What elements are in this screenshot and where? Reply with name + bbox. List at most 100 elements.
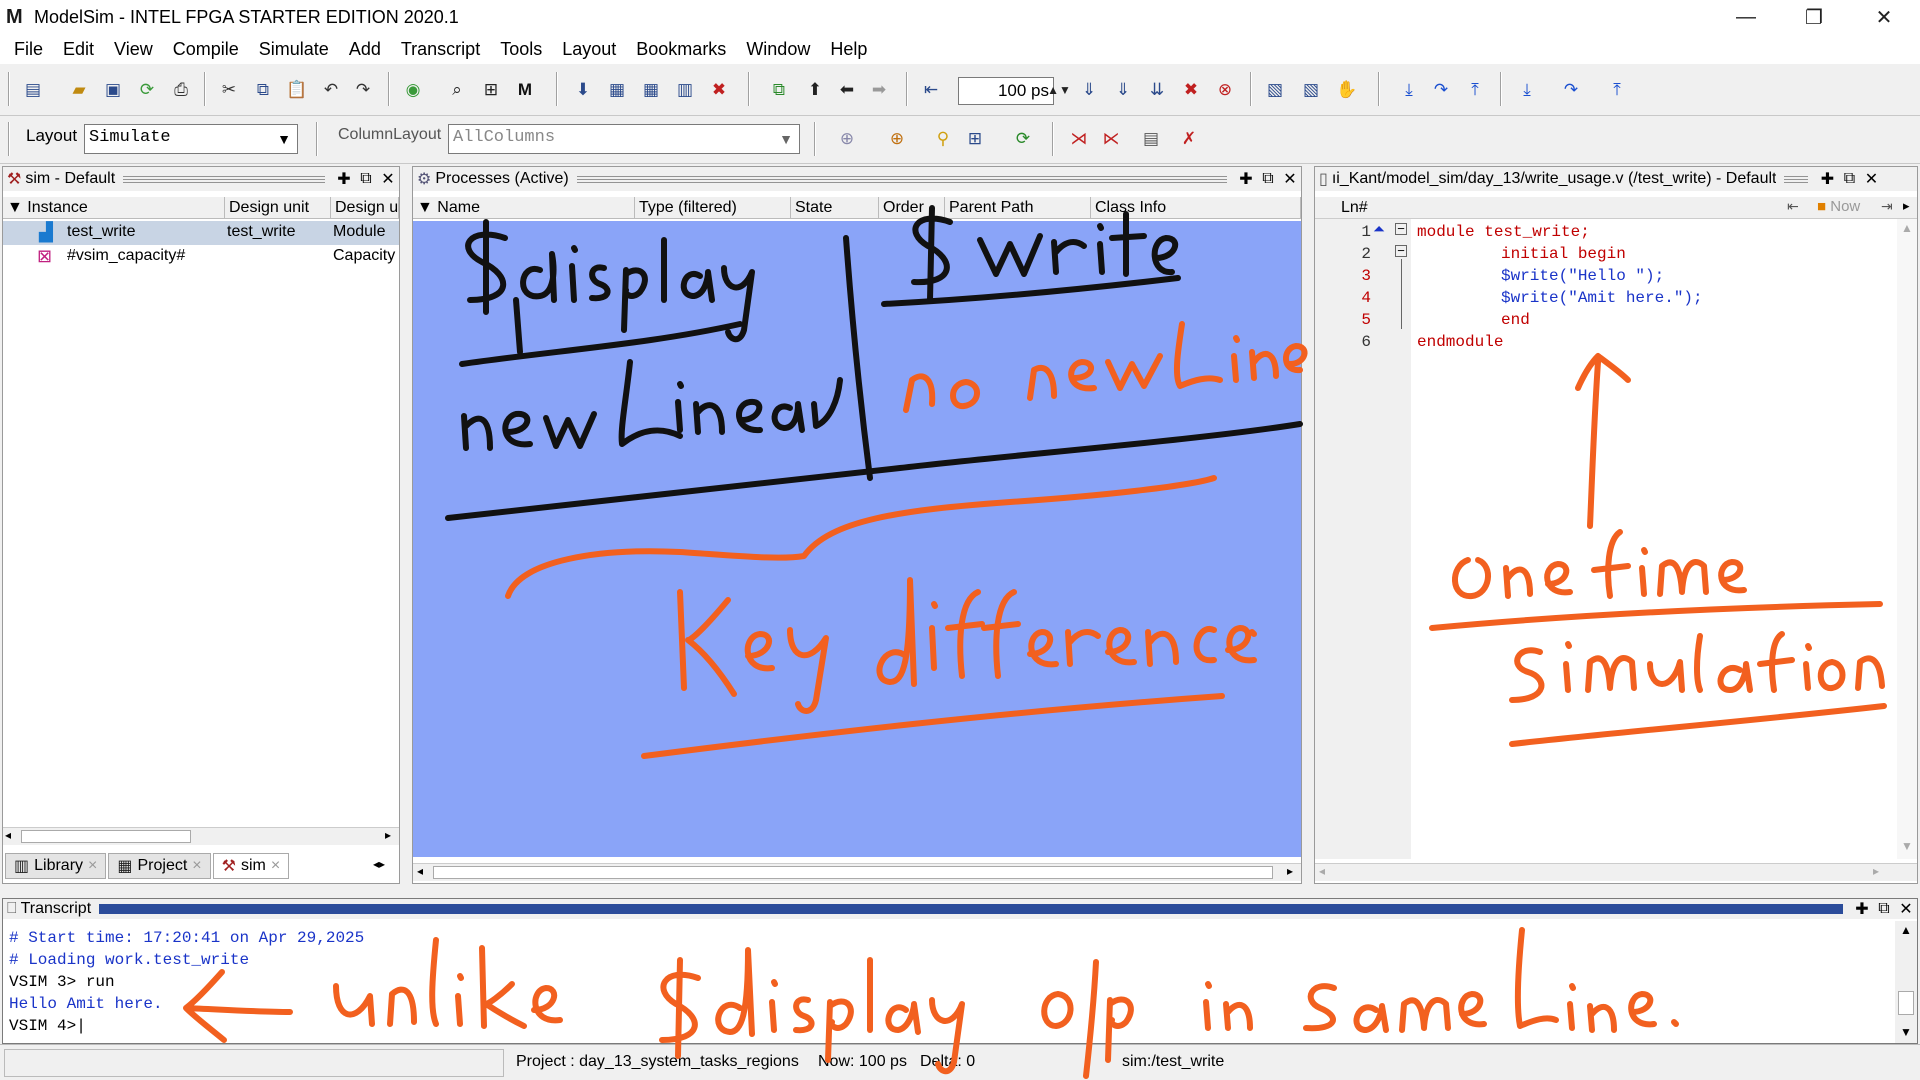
run-length-input[interactable]: 100 ps [958,77,1054,105]
dock-add-icon[interactable]: ✚ [1851,899,1873,919]
up-arrow-icon[interactable]: ⬆ [802,77,828,103]
compile-icon[interactable]: ◉ [400,77,426,103]
tab-sim[interactable]: ⚒ sim × [212,853,290,879]
menu-help[interactable]: Help [820,39,877,60]
close-button[interactable]: ✕ [1850,0,1918,34]
back-arrow-icon[interactable]: ⬅ [834,77,860,103]
hierarchy-icon[interactable]: ⊞ [478,77,504,103]
menu-compile[interactable]: Compile [163,39,249,60]
menu-window[interactable]: Window [736,39,820,60]
refresh-icon[interactable]: ⟳ [1010,126,1036,152]
dataflow-icon[interactable]: ▦ [638,77,664,103]
col-design-unit-type[interactable]: Design ur [331,197,399,219]
restart-sim-icon[interactable]: ⇤ [918,77,944,103]
col-class-info[interactable]: Class Info [1091,197,1301,219]
wave-add-icon[interactable]: ⬇ [570,77,596,103]
process-list-area[interactable] [413,221,1301,857]
expand-all-icon[interactable]: ⋉ [1098,126,1124,152]
drag-handle[interactable] [576,175,1227,183]
group-icon[interactable]: ⚲ [930,126,956,152]
menu-view[interactable]: View [104,39,163,60]
column-layout-select[interactable]: AllColumns [448,124,800,154]
horizontal-scrollbar[interactable]: ◂ ▸ [3,827,399,845]
tab-library[interactable]: ▥ Library × [5,853,107,879]
horizontal-scrollbar[interactable]: ◂ ▸ [413,863,1301,881]
add-wave-icon[interactable]: ⊕ [834,126,860,152]
step-icon[interactable]: ⤓ [1514,77,1540,103]
col-order[interactable]: Order [879,197,945,219]
scroll-thumb[interactable] [1898,991,1914,1015]
vertical-scrollbar[interactable]: ▲ ▼ [1895,921,1917,1043]
close-icon[interactable]: ✕ [1279,169,1301,189]
menu-edit[interactable]: Edit [53,39,104,60]
step-over-dropdown-icon[interactable]: ↷ [1558,77,1584,103]
step-out-icon[interactable]: ⤒ [1462,77,1488,103]
menu-simulate[interactable]: Simulate [249,39,339,60]
run-all-icon[interactable]: ⇊ [1144,77,1170,103]
minimize-button[interactable]: — [1712,0,1780,34]
restart-icon[interactable]: ⧉ [766,77,792,103]
maximize-button[interactable]: ❐ [1780,0,1848,34]
dock-add-icon[interactable]: ✚ [1235,169,1257,189]
step-into-icon[interactable]: ⤓ [1396,77,1422,103]
menu-add[interactable]: Add [339,39,391,60]
forward-icon[interactable]: ⇥ [1881,198,1893,215]
vertical-scrollbar[interactable]: ▲ ▼ [1897,219,1917,859]
collapse-toggle-icon[interactable]: − [1395,222,1407,235]
break-sim-icon[interactable]: ✖ [1178,77,1204,103]
redo-icon[interactable]: ↷ [350,77,376,103]
memory-profile-icon[interactable]: ▧ [1298,77,1324,103]
collapse-icon[interactable]: ⋊ [1066,126,1092,152]
scroll-right-icon[interactable]: ▸ [385,828,391,842]
menu-bookmarks[interactable]: Bookmarks [626,39,736,60]
copy-icon[interactable]: ⧉ [250,77,276,103]
close-icon[interactable]: ✕ [377,169,399,189]
new-file-icon[interactable]: ▤ [20,77,46,103]
table-row[interactable]: ⊠ #vsim_capacity# Capacity [3,245,399,269]
break-icon[interactable]: ✖ [706,77,732,103]
col-design-unit[interactable]: Design unit [225,197,331,219]
menu-tools[interactable]: Tools [490,39,552,60]
undock-icon[interactable]: ⧉ [355,169,377,189]
col-state[interactable]: State [791,197,879,219]
undock-icon[interactable]: ⧉ [1838,169,1860,189]
scroll-up-icon[interactable]: ▲ [1900,923,1912,937]
drag-handle[interactable] [123,175,325,183]
open-folder-icon[interactable]: ▰ [66,77,92,103]
expand-icon[interactable]: ⊞ [962,126,988,152]
drag-handle[interactable] [1784,175,1809,183]
now-button[interactable]: ■ Now [1817,198,1860,215]
scroll-left-icon[interactable]: ◂ [1319,864,1325,878]
save-icon[interactable]: ▣ [100,77,126,103]
undo-icon[interactable]: ↶ [318,77,344,103]
scroll-up-icon[interactable]: ▲ [1901,221,1913,235]
scroll-thumb[interactable] [21,830,191,843]
scroll-down-icon[interactable]: ▼ [1901,839,1913,853]
hand-icon[interactable]: ✋ [1334,77,1360,103]
chevron-down-icon[interactable]: ▼ [272,127,296,151]
close-icon[interactable]: ✕ [1860,169,1882,189]
step-out-dropdown-icon[interactable]: ⤒ [1604,77,1630,103]
paste-icon[interactable]: 📋 [284,77,310,103]
layout-select[interactable]: Simulate [84,124,298,154]
cut-icon[interactable]: ✂ [216,77,242,103]
scroll-left-icon[interactable]: ◂ [5,828,11,842]
drag-handle[interactable] [99,904,1843,914]
chevron-down-icon[interactable]: ▼ [774,127,798,151]
reload-icon[interactable]: ⟳ [134,77,160,103]
scroll-right-icon[interactable]: ▸ [1873,864,1879,878]
scroll-left-icon[interactable]: ◂ [417,864,423,878]
print-icon[interactable]: ⎙ [168,77,194,103]
find-icon[interactable]: ⌕ [444,77,470,103]
tab-project[interactable]: ▦ Project × [108,853,211,879]
scroll-right-icon[interactable]: ▸ [1903,198,1910,214]
modelsim-m-icon[interactable]: M [512,77,538,103]
memory-icon[interactable]: ▦ [604,77,630,103]
step-over-icon[interactable]: ↷ [1428,77,1454,103]
document-icon[interactable]: ▤ [1138,126,1164,152]
dock-add-icon[interactable]: ✚ [333,169,355,189]
horizontal-scrollbar[interactable]: ◂ ▸ [1315,863,1917,881]
close-icon[interactable]: ✕ [1895,899,1917,919]
menu-file[interactable]: File [4,39,53,60]
col-name[interactable]: ▼ Name [413,197,635,219]
